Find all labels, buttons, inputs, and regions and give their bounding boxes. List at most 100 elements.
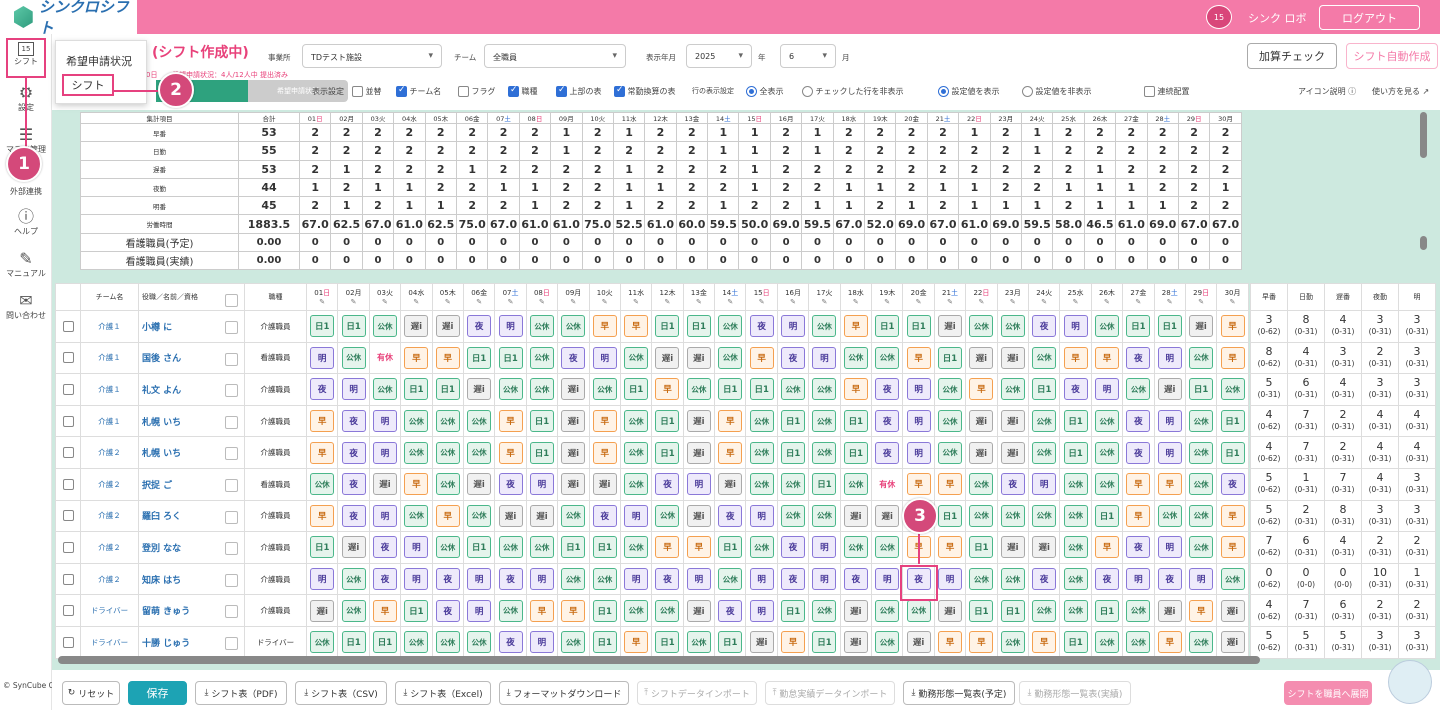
shift-cell[interactable]: 早 [839,373,873,406]
shift-cell[interactable]: 明 [776,310,810,343]
row-checkbox[interactable] [55,499,81,533]
shift-cell[interactable]: 公休 [1090,310,1124,343]
shift-cell[interactable]: 早 [682,531,716,564]
shift-cell[interactable]: 遅i [839,625,873,659]
sidebar-item-help[interactable]: ⓘ ヘルプ [0,208,52,237]
shift-cell[interactable]: 公休 [525,341,559,375]
shift-cell[interactable]: 遅i [1216,625,1249,659]
shift-cell[interactable]: 公休 [431,531,464,564]
shift-cell[interactable]: 遅i [839,594,873,627]
shift-cell[interactable]: 明 [808,531,841,564]
shift-cell[interactable]: 夜 [1122,341,1155,375]
shift-cell[interactable]: 公休 [431,625,464,659]
row-checkbox[interactable] [55,467,81,501]
shift-cell[interactable]: 公休 [745,467,778,501]
row-checkbox[interactable] [55,404,81,438]
row-checkbox[interactable] [55,310,81,343]
shift-cell[interactable]: 公休 [996,310,1029,343]
user-name[interactable]: シンク ロボ [1248,10,1307,26]
popup-item-shift[interactable]: シフト [62,74,114,96]
edit-icon[interactable]: ✎ [778,298,808,306]
shift-cell[interactable]: 早 [305,436,339,469]
row-checkbox[interactable] [55,531,81,564]
shift-cell[interactable]: 公休 [557,499,590,533]
row-checkbox[interactable] [55,562,81,596]
shift-cell[interactable]: 明 [337,373,370,406]
shift-cell[interactable]: 明 [1153,341,1186,375]
shift-cell[interactable]: 明 [1153,531,1186,564]
shift-cell[interactable]: 日1 [933,341,967,375]
shift-cell[interactable]: 早 [902,467,935,501]
shift-cell[interactable]: 公休 [714,562,747,596]
check-team[interactable]: チーム名 [396,85,441,97]
shift-cell[interactable]: 日1 [557,531,590,564]
shift-cell[interactable]: 夜 [557,341,590,375]
shift-cell[interactable]: 日1 [1059,625,1092,659]
shift-cell[interactable]: 早 [1122,499,1155,533]
shift-cell[interactable]: 夜 [368,562,402,596]
shift-cell[interactable]: 公休 [996,562,1029,596]
shift-cell[interactable]: 公休 [965,310,998,343]
shift-cell[interactable]: 夜 [462,310,496,343]
shift-cell[interactable]: 明 [368,499,402,533]
shift-cell[interactable]: 日1 [714,373,747,406]
shift-cell[interactable]: 公休 [871,341,904,375]
shift-cell[interactable]: 公休 [1184,436,1218,469]
shift-cell[interactable]: 夜 [1027,562,1061,596]
shift-cell[interactable]: 明 [619,562,653,596]
edit-icon[interactable]: ✎ [1155,298,1185,306]
shift-cell[interactable]: 公休 [1090,625,1124,659]
shift-cell[interactable]: 夜 [494,467,527,501]
shift-cell[interactable]: 早 [619,625,653,659]
shift-cell[interactable]: 公休 [619,531,653,564]
edit-icon[interactable]: ✎ [401,298,431,306]
shift-cell[interactable]: 公休 [1090,467,1124,501]
shift-cell[interactable]: 公休 [714,341,747,375]
staff-name[interactable]: 羅臼 ろく [138,499,245,533]
shift-cell[interactable]: 夜 [337,499,370,533]
shift-cell[interactable]: 日1 [368,625,402,659]
edit-icon[interactable]: ✎ [433,298,463,306]
check-consecutive[interactable]: 連続配置 [1144,86,1190,97]
shift-cell[interactable]: 遅i [682,404,716,438]
shift-cell[interactable]: 明 [1122,562,1155,596]
edit-icon[interactable]: ✎ [746,298,776,306]
shift-cell[interactable]: 早 [431,499,464,533]
shift-cell[interactable]: 公休 [871,594,904,627]
shift-cell[interactable]: 夜 [1122,531,1155,564]
shift-cell[interactable]: 明 [1059,310,1092,343]
shift-cell[interactable]: 夜 [1153,562,1186,596]
edit-icon[interactable]: ✎ [495,298,525,306]
shift-cell[interactable]: 遅i [1027,531,1061,564]
shift-cell[interactable]: 公休 [400,404,433,438]
shift-cell[interactable]: 遅i [996,436,1029,469]
edit-icon[interactable]: ✎ [1123,298,1153,306]
shift-cell[interactable]: 夜 [431,562,464,596]
shift-cell[interactable]: 公休 [305,467,339,501]
shift-cell[interactable]: 早 [588,310,621,343]
shift-cell[interactable]: 明 [871,562,904,596]
shift-cell[interactable]: 公休 [871,531,904,564]
shift-cell[interactable]: 日1 [839,404,873,438]
row-checkbox[interactable] [55,594,81,627]
reset-button[interactable]: ↻ リセット [62,681,120,705]
staff-name[interactable]: 知床 はち [138,562,245,596]
shift-cell[interactable]: 早 [933,467,967,501]
shift-cell[interactable]: 明 [682,562,716,596]
shift-cell[interactable]: 公休 [1027,341,1061,375]
schedule-list-button[interactable]: ⤓ 勤務形態一覧表(予定) [903,681,1015,705]
shift-cell[interactable]: 遅i [902,625,935,659]
check-top-table[interactable]: 上部の表 [556,85,602,97]
shift-cell[interactable]: 公休 [1059,499,1092,533]
edit-icon[interactable]: ✎ [464,298,494,306]
shift-cell[interactable]: 早 [902,341,935,375]
shift-cell[interactable]: 早 [431,341,464,375]
shift-cell[interactable]: 早 [1216,341,1249,375]
shift-cell[interactable]: 日1 [1059,404,1092,438]
shift-cell[interactable]: 日1 [933,499,967,533]
shift-cell[interactable]: 公休 [745,404,778,438]
shift-cell[interactable]: 早 [839,310,873,343]
shift-cell[interactable]: 遅i [557,467,590,501]
shift-cell[interactable]: 日1 [588,625,621,659]
row-checkbox[interactable] [55,436,81,469]
